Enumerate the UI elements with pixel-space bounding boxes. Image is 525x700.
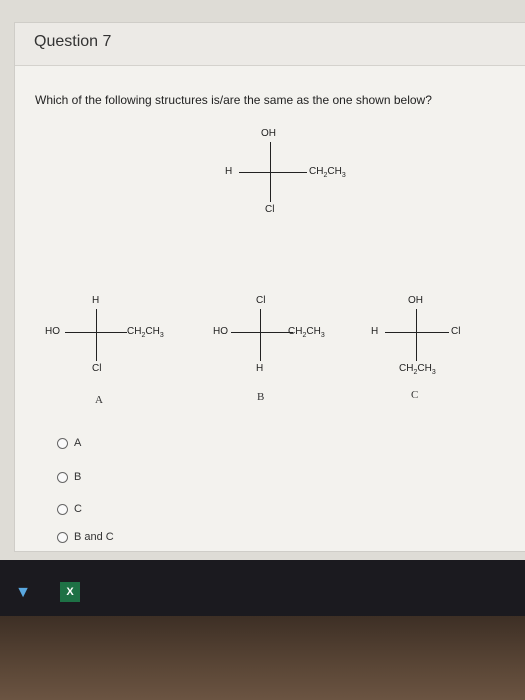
choice-b-and-c[interactable]: B and C: [57, 531, 114, 543]
a-bottom: Cl: [92, 363, 102, 374]
reference-structure: OH H CH2CH3 Cl: [220, 128, 360, 218]
choice-b-and-c-label: B and C: [74, 531, 114, 543]
question-title: Question 7: [34, 33, 112, 50]
c-bottom: CH2CH3: [399, 363, 436, 376]
a-right: CH2CH3: [127, 326, 164, 339]
desk-surface: [0, 616, 525, 700]
choice-c[interactable]: C: [57, 503, 82, 515]
choice-c-label: C: [74, 503, 82, 515]
excel-icon[interactable]: X: [60, 582, 80, 602]
b-top: Cl: [256, 295, 266, 306]
radio-c[interactable]: [57, 503, 68, 515]
vlc-cone-icon[interactable]: ▼: [12, 584, 34, 602]
ref-top: OH: [261, 128, 276, 139]
choice-a-label: A: [74, 437, 82, 449]
c-left: H: [371, 326, 379, 337]
b-left: HO: [213, 326, 228, 337]
a-left: HO: [45, 326, 60, 337]
choice-b[interactable]: B: [57, 471, 81, 483]
structure-a: H HO CH2CH3 Cl A: [45, 295, 195, 410]
a-letter: A: [95, 394, 103, 406]
b-bottom: H: [256, 363, 264, 374]
c-top: OH: [408, 295, 423, 306]
ref-bottom: Cl: [265, 204, 275, 215]
taskbar: ▼ X: [0, 560, 525, 616]
b-letter: B: [257, 391, 265, 403]
structure-b: Cl HO CH2CH3 H B: [213, 295, 363, 410]
choice-b-label: B: [74, 471, 82, 483]
browser-viewport: Question 7 Which of the following struct…: [0, 0, 525, 560]
structure-c: OH H Cl CH2CH3 C: [371, 295, 521, 410]
question-header: Question 7: [15, 23, 525, 66]
radio-b-and-c[interactable]: [57, 531, 68, 543]
c-right: Cl: [451, 326, 461, 337]
c-letter: C: [411, 389, 419, 401]
b-right: CH2CH3: [288, 326, 325, 339]
ref-right: CH2CH3: [309, 166, 346, 179]
a-top: H: [92, 295, 100, 306]
question-panel: Question 7 Which of the following struct…: [14, 22, 525, 552]
ref-left: H: [225, 166, 233, 177]
choice-a[interactable]: A: [57, 437, 81, 449]
question-text: Which of the following structures is/are…: [35, 93, 432, 107]
radio-a[interactable]: [57, 437, 68, 449]
radio-b[interactable]: [57, 471, 68, 483]
